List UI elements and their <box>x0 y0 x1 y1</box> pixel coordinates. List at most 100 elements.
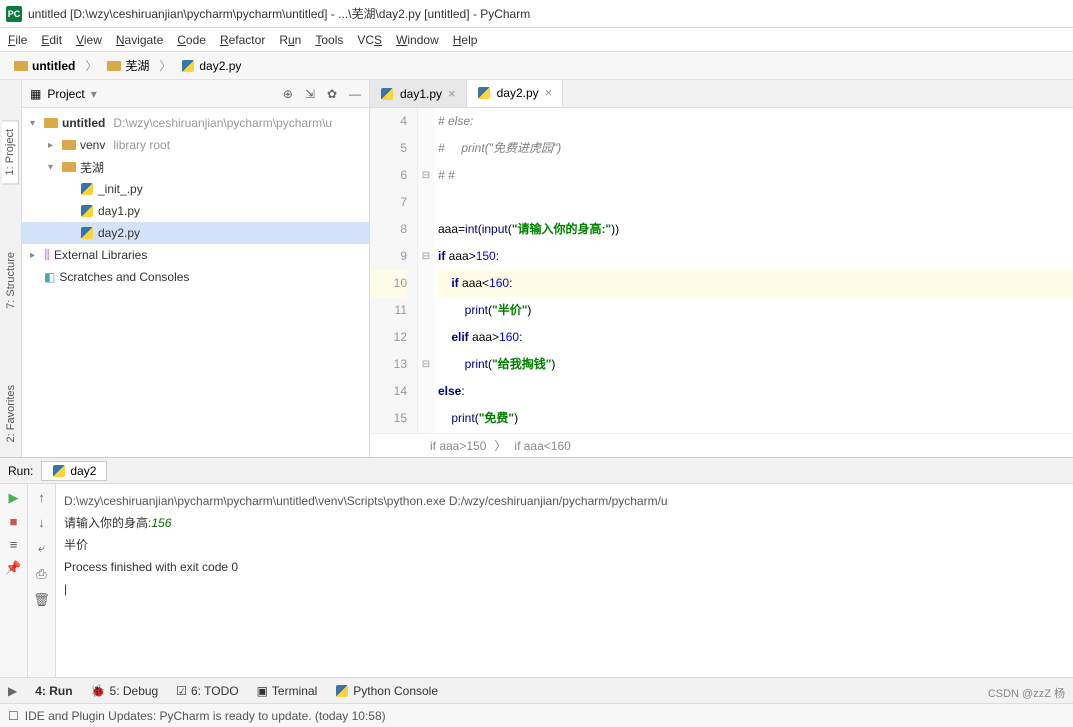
pin-icon[interactable]: 📌 <box>5 560 21 576</box>
menu-window[interactable]: Window <box>396 33 439 47</box>
menu-refactor[interactable]: Refactor <box>220 33 265 47</box>
editor-body[interactable]: 456789 101112131415 ⊟⊟⊟ # else: # print(… <box>370 108 1073 433</box>
down-icon[interactable]: ↓ <box>38 515 45 530</box>
python-icon <box>477 86 491 100</box>
menu-run[interactable]: Run <box>279 33 301 47</box>
folder-icon <box>62 162 76 172</box>
code-breadcrumb: if aaa>150 〉 if aaa<160 <box>370 433 1073 457</box>
project-title[interactable]: Project <box>47 87 84 101</box>
chevron-right-icon: 〉 <box>85 57 97 74</box>
bottom-tab-python-console[interactable]: Python Console <box>335 684 438 698</box>
editor-area: day1.py × day2.py × 456789 101112131415 … <box>370 80 1073 457</box>
tree-scratches[interactable]: ◧ Scratches and Consoles <box>22 266 369 288</box>
project-panel-header: ▦ Project ▾ ⊕ ⇲ ✿ — <box>22 80 369 108</box>
expand-icon[interactable]: ▶ <box>8 684 17 698</box>
trash-icon[interactable]: 🗑 <box>33 592 50 608</box>
statusbar: ☐ IDE and Plugin Updates: PyCharm is rea… <box>0 703 1073 727</box>
target-icon[interactable]: ⊕ <box>283 87 293 101</box>
sidetab-project[interactable]: 1: Project <box>2 120 19 184</box>
code-content[interactable]: # else: # print("免费进虎园") # # aaa=int(inp… <box>434 108 1073 433</box>
run-controls-primary: ▶ ■ ≡ 📌 <box>0 484 28 677</box>
tree-folder[interactable]: ▾ 芜湖 <box>22 156 369 178</box>
bottom-tab-debug[interactable]: 🐞5: Debug <box>91 684 159 698</box>
run-tab[interactable]: day2 <box>41 461 107 481</box>
python-icon <box>181 59 195 73</box>
notification-icon[interactable]: ☐ <box>8 709 19 723</box>
menu-vcs[interactable]: VCS <box>357 33 382 47</box>
python-icon <box>80 204 94 218</box>
bottom-tool-tabs: ▶ 4: Run 🐞5: Debug ☑6: TODO ▣Terminal Py… <box>0 677 1073 703</box>
python-icon <box>335 684 349 698</box>
tree-file-day1[interactable]: day1.py <box>22 200 369 222</box>
status-message: IDE and Plugin Updates: PyCharm is ready… <box>25 709 386 723</box>
nav-root[interactable]: untitled <box>8 57 81 75</box>
python-icon <box>380 87 394 101</box>
library-icon: ⫼ <box>44 247 50 263</box>
line-gutter: 456789 101112131415 <box>370 108 418 433</box>
menu-navigate[interactable]: Navigate <box>116 33 163 47</box>
stop-icon[interactable]: ■ <box>10 514 18 529</box>
watermark: CSDN @zzZ 杨 <box>988 685 1065 701</box>
menu-view[interactable]: View <box>76 33 102 47</box>
window-title: untitled [D:\wzy\ceshiruanjian\pycharm\p… <box>28 5 530 22</box>
run-controls-secondary: ↑ ↓ ⤶ ⎙ 🗑 <box>28 484 56 677</box>
nav-file[interactable]: day2.py <box>175 57 247 75</box>
wrap-icon[interactable]: ⤶ <box>38 540 45 556</box>
chevron-right-icon: 〉 <box>494 437 506 454</box>
console-output[interactable]: D:\wzy\ceshiruanjian\pycharm\pycharm\unt… <box>56 484 1073 677</box>
bottom-tab-terminal[interactable]: ▣Terminal <box>257 684 318 698</box>
bottom-tab-run[interactable]: 4: Run <box>35 684 72 698</box>
menu-code[interactable]: Code <box>177 33 206 47</box>
menu-edit[interactable]: Edit <box>41 33 62 47</box>
breadcrumb-item[interactable]: if aaa>150 <box>430 439 486 453</box>
rerun-icon[interactable]: ▶ <box>9 490 19 506</box>
scratches-icon: ◧ <box>44 270 55 284</box>
dropdown-icon[interactable]: ▾ <box>91 87 97 101</box>
expand-icon[interactable]: ▸ <box>30 250 40 261</box>
nav-folder[interactable]: 芜湖 <box>101 55 155 76</box>
tree-external-libraries[interactable]: ▸ ⫼ External Libraries <box>22 244 369 266</box>
tab-day1[interactable]: day1.py × <box>370 80 467 107</box>
project-tree: ▾ untitled D:\wzy\ceshiruanjian\pycharm\… <box>22 108 369 292</box>
run-label: Run: <box>8 464 33 478</box>
python-icon <box>52 464 66 478</box>
collapse-icon[interactable]: ⇲ <box>305 87 315 101</box>
breadcrumb-item[interactable]: if aaa<160 <box>514 439 570 453</box>
pycharm-icon: PC <box>6 6 22 22</box>
run-panel: Run: day2 ▶ ■ ≡ 📌 ↑ ↓ ⤶ ⎙ 🗑 D:\wzy\ceshi… <box>0 457 1073 677</box>
run-body: ▶ ■ ≡ 📌 ↑ ↓ ⤶ ⎙ 🗑 D:\wzy\ceshiruanjian\p… <box>0 484 1073 677</box>
attach-icon[interactable]: ≡ <box>10 537 18 552</box>
tree-file-day2[interactable]: day2.py <box>22 222 369 244</box>
python-icon <box>80 182 94 196</box>
fold-gutter: ⊟⊟⊟ <box>418 108 434 433</box>
navigation-bar: untitled 〉 芜湖 〉 day2.py <box>0 52 1073 80</box>
python-icon <box>80 226 94 240</box>
main-area: 1: Project 7: Structure 2: Favorites ▦ P… <box>0 80 1073 457</box>
gear-icon[interactable]: ✿ <box>327 87 337 101</box>
folder-icon <box>44 118 58 128</box>
up-icon[interactable]: ↑ <box>38 490 45 505</box>
close-icon[interactable]: × <box>545 85 553 100</box>
console-command: D:\wzy\ceshiruanjian\pycharm\pycharm\unt… <box>64 490 1065 512</box>
menu-help[interactable]: Help <box>453 33 478 47</box>
sidetab-structure[interactable]: 7: Structure <box>3 244 19 317</box>
expand-icon[interactable]: ▾ <box>30 118 40 129</box>
tab-day2[interactable]: day2.py × <box>467 80 564 107</box>
close-icon[interactable]: × <box>448 86 456 101</box>
tree-venv[interactable]: ▸ venv library root <box>22 134 369 156</box>
menu-tools[interactable]: Tools <box>315 33 343 47</box>
tree-file-init[interactable]: _init_.py <box>22 178 369 200</box>
expand-icon[interactable]: ▾ <box>48 162 58 173</box>
expand-icon[interactable]: ▸ <box>48 140 58 151</box>
titlebar: PC untitled [D:\wzy\ceshiruanjian\pychar… <box>0 0 1073 28</box>
folder-icon <box>14 61 28 71</box>
bottom-tab-todo[interactable]: ☑6: TODO <box>176 684 238 698</box>
folder-icon <box>107 61 121 71</box>
menu-file[interactable]: File <box>8 33 27 47</box>
hide-icon[interactable]: — <box>349 87 361 101</box>
print-icon[interactable]: ⎙ <box>36 566 46 582</box>
sidetab-favorites[interactable]: 2: Favorites <box>3 377 19 450</box>
left-tool-strip: 1: Project 7: Structure 2: Favorites <box>0 80 22 457</box>
tree-root[interactable]: ▾ untitled D:\wzy\ceshiruanjian\pycharm\… <box>22 112 369 134</box>
folder-icon <box>62 140 76 150</box>
